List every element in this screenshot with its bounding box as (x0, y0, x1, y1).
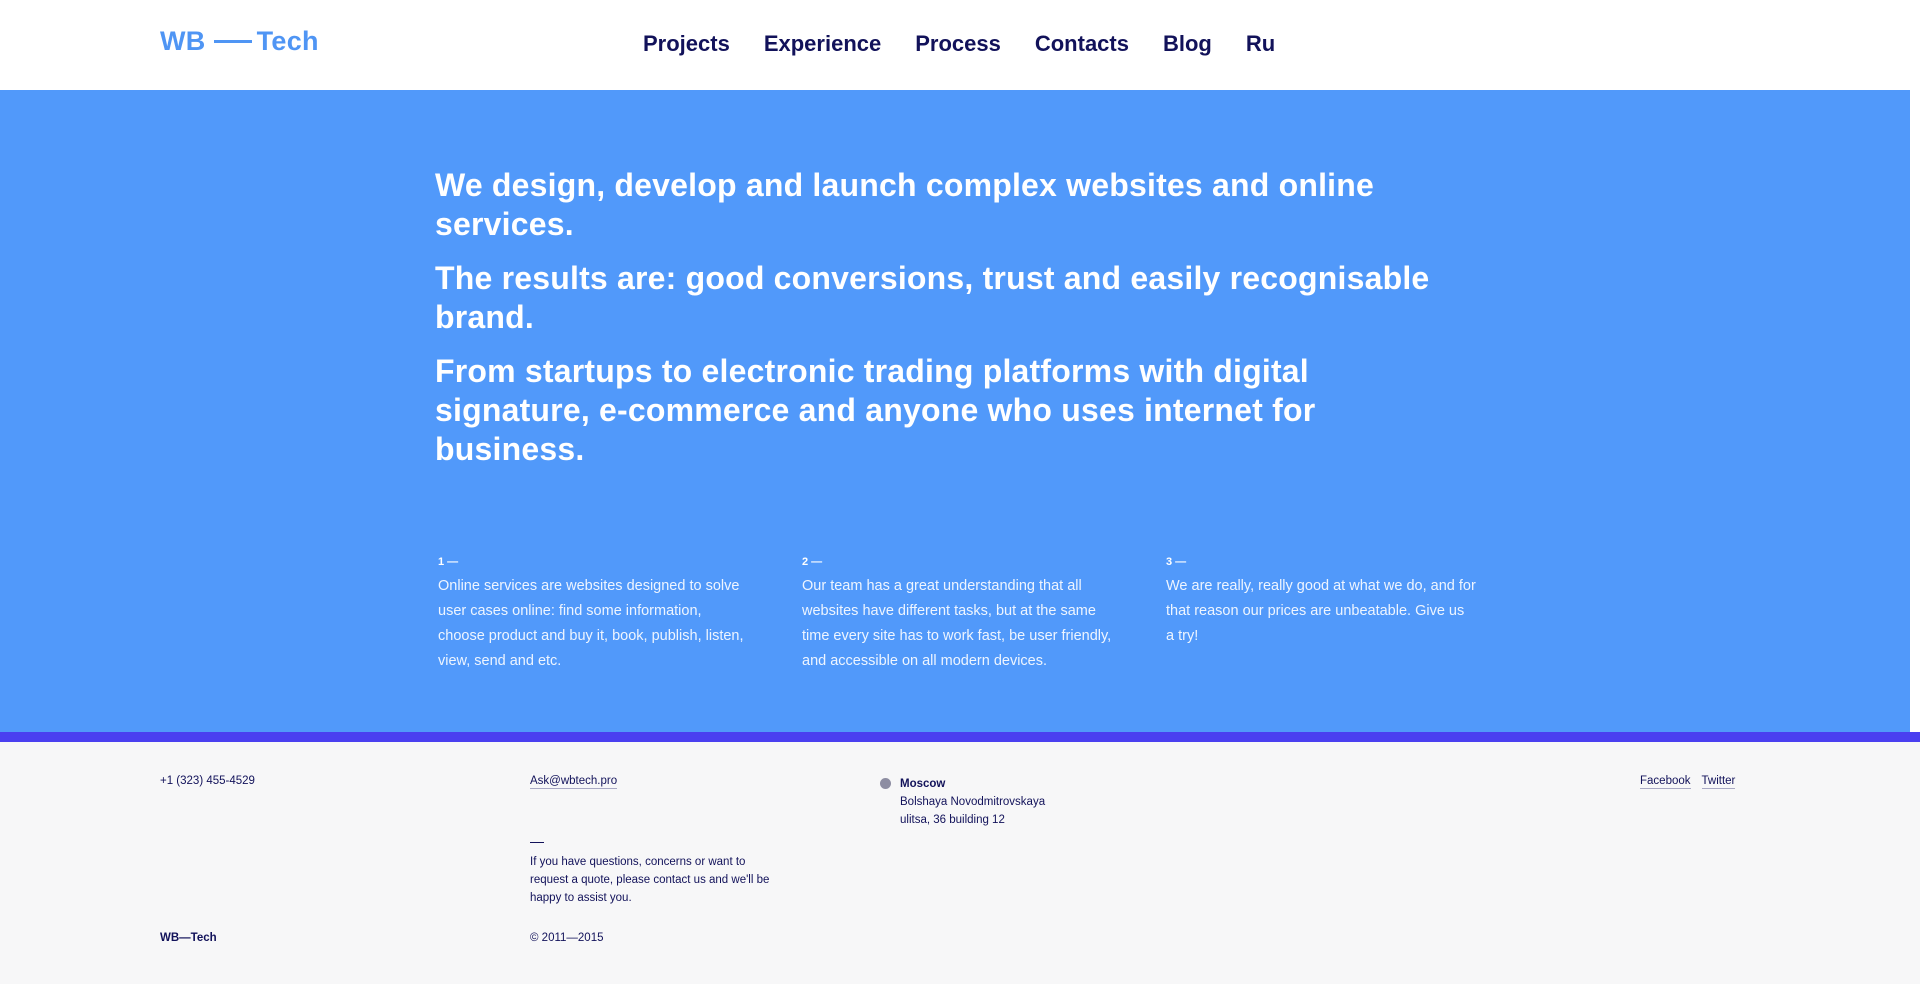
site-header: WB Tech Projects Experience Process Cont… (0, 0, 1920, 90)
address-line-1: Bolshaya Novodmitrovskaya (900, 796, 1046, 808)
main-nav: Projects Experience Process Contacts Blo… (643, 28, 1309, 60)
site-logo[interactable]: WB Tech (160, 26, 319, 57)
feature-item: 1 — Online services are websites designe… (438, 554, 748, 674)
note-dash (530, 842, 544, 843)
hero-section: We design, develop and launch complex we… (0, 90, 1910, 732)
hero-paragraph-2: The results are: good conversions, trust… (435, 260, 1430, 335)
feature-description: We are really, really good at what we do… (1166, 578, 1476, 644)
feature-item: 2 — Our team has a great understanding t… (802, 554, 1112, 674)
footer-brand: WB—Tech (160, 932, 217, 944)
features-list: 1 — Online services are websites designe… (438, 554, 1498, 674)
accent-band (0, 732, 1920, 742)
nav-blog[interactable]: Blog (1163, 28, 1212, 60)
address-city: Moscow (900, 778, 946, 790)
feature-description: Our team has a great understanding that … (802, 578, 1112, 669)
feature-item: 3 — We are really, really good at what w… (1166, 554, 1476, 674)
site-footer: +1 (323) 455-4529 Ask@wbtech.pro Moscow … (0, 742, 1920, 984)
nav-projects[interactable]: Projects (643, 28, 730, 60)
feature-number: 2 — (802, 556, 823, 568)
logo-left: WB (160, 26, 206, 56)
twitter-link[interactable]: Twitter (1701, 775, 1736, 789)
feature-number: 1 — (438, 556, 459, 568)
footer-address: Moscow Bolshaya Novodmitrovskaya ulitsa,… (880, 775, 1045, 829)
footer-email-link[interactable]: Ask@wbtech.pro (530, 775, 618, 789)
hero-paragraph-1: We design, develop and launch complex we… (435, 167, 1375, 242)
footer-note: If you have questions, concerns or want … (530, 842, 770, 907)
address-line-2: ulitsa, 36 building 12 (900, 814, 1005, 826)
footer-note-text: If you have questions, concerns or want … (530, 856, 770, 904)
nav-contacts[interactable]: Contacts (1035, 28, 1129, 60)
footer-social-links: Facebook Twitter (1640, 775, 1736, 789)
nav-experience[interactable]: Experience (764, 28, 881, 60)
hero-paragraph-3: From startups to electronic trading plat… (435, 353, 1316, 467)
logo-right: Tech (256, 26, 319, 56)
nav-process[interactable]: Process (915, 28, 1001, 60)
footer-copyright: © 2011—2015 (530, 932, 604, 944)
feature-number: 3 — (1166, 556, 1187, 568)
hero-text: We design, develop and launch complex we… (435, 166, 1455, 484)
facebook-link[interactable]: Facebook (1640, 775, 1691, 789)
footer-phone[interactable]: +1 (323) 455-4529 (160, 775, 255, 787)
logo-dash (213, 40, 252, 43)
location-dot-icon (880, 778, 891, 789)
feature-description: Online services are websites designed to… (438, 578, 744, 669)
nav-language-ru[interactable]: Ru (1246, 28, 1275, 60)
